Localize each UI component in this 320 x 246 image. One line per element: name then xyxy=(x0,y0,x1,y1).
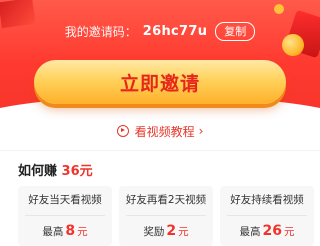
video-tutorial-label: 看视频教程 xyxy=(134,124,195,139)
reward-unit: 元 xyxy=(178,226,189,238)
invite-code-label: 我的邀请码： xyxy=(64,24,137,39)
chevron-right-icon: › xyxy=(198,124,204,138)
reward-prefix: 最高 xyxy=(42,226,64,238)
invite-code-row: 我的邀请码： 26hc77u 复制 xyxy=(0,21,320,41)
reward-card: 好友当天看视频 最高 8 元 xyxy=(18,186,112,246)
reward-prefix: 最高 xyxy=(239,226,261,238)
how-to-earn-title: 如何赚 36元 xyxy=(18,160,93,179)
reward-unit: 元 xyxy=(77,226,88,238)
reward-card-label: 好友当天看视频 xyxy=(28,194,102,206)
invite-code-value: 26hc77u xyxy=(142,23,208,39)
reward-card-amount: 最高 8 元 xyxy=(42,223,87,239)
earn-amount: 36元 xyxy=(61,164,93,179)
how-to-earn-label: 如何赚 xyxy=(18,164,58,179)
reward-value: 26 xyxy=(262,223,282,239)
reward-cards: 好友当天看视频 最高 8 元 好友再看2天视频 奖励 2 元 好友持续看视频 最… xyxy=(18,186,318,246)
reward-card-amount: 奖励 2 元 xyxy=(143,223,188,239)
reward-card: 好友持续看视频 最高 26 元 xyxy=(220,186,314,246)
divider xyxy=(126,215,206,216)
divider xyxy=(0,150,320,151)
reward-value: 8 xyxy=(65,223,76,239)
reward-unit: 元 xyxy=(283,226,295,238)
video-tutorial-link[interactable]: 看视频教程 › xyxy=(0,122,320,140)
reward-value: 2 xyxy=(166,223,177,239)
reward-card-label: 好友再看2天视频 xyxy=(125,194,207,206)
invite-now-label: 立即邀请 xyxy=(119,72,200,95)
reward-prefix: 奖励 xyxy=(143,226,165,238)
copy-button[interactable]: 复制 xyxy=(215,21,256,41)
reward-card-amount: 最高 26 元 xyxy=(240,223,295,239)
divider xyxy=(227,215,307,216)
reward-card-label: 好友持续看视频 xyxy=(230,194,304,206)
divider xyxy=(25,215,105,216)
play-icon xyxy=(116,125,129,137)
invite-now-button[interactable]: 立即邀请 xyxy=(34,60,286,104)
coin-icon xyxy=(274,4,284,14)
reward-card: 好友再看2天视频 奖励 2 元 xyxy=(119,186,213,246)
